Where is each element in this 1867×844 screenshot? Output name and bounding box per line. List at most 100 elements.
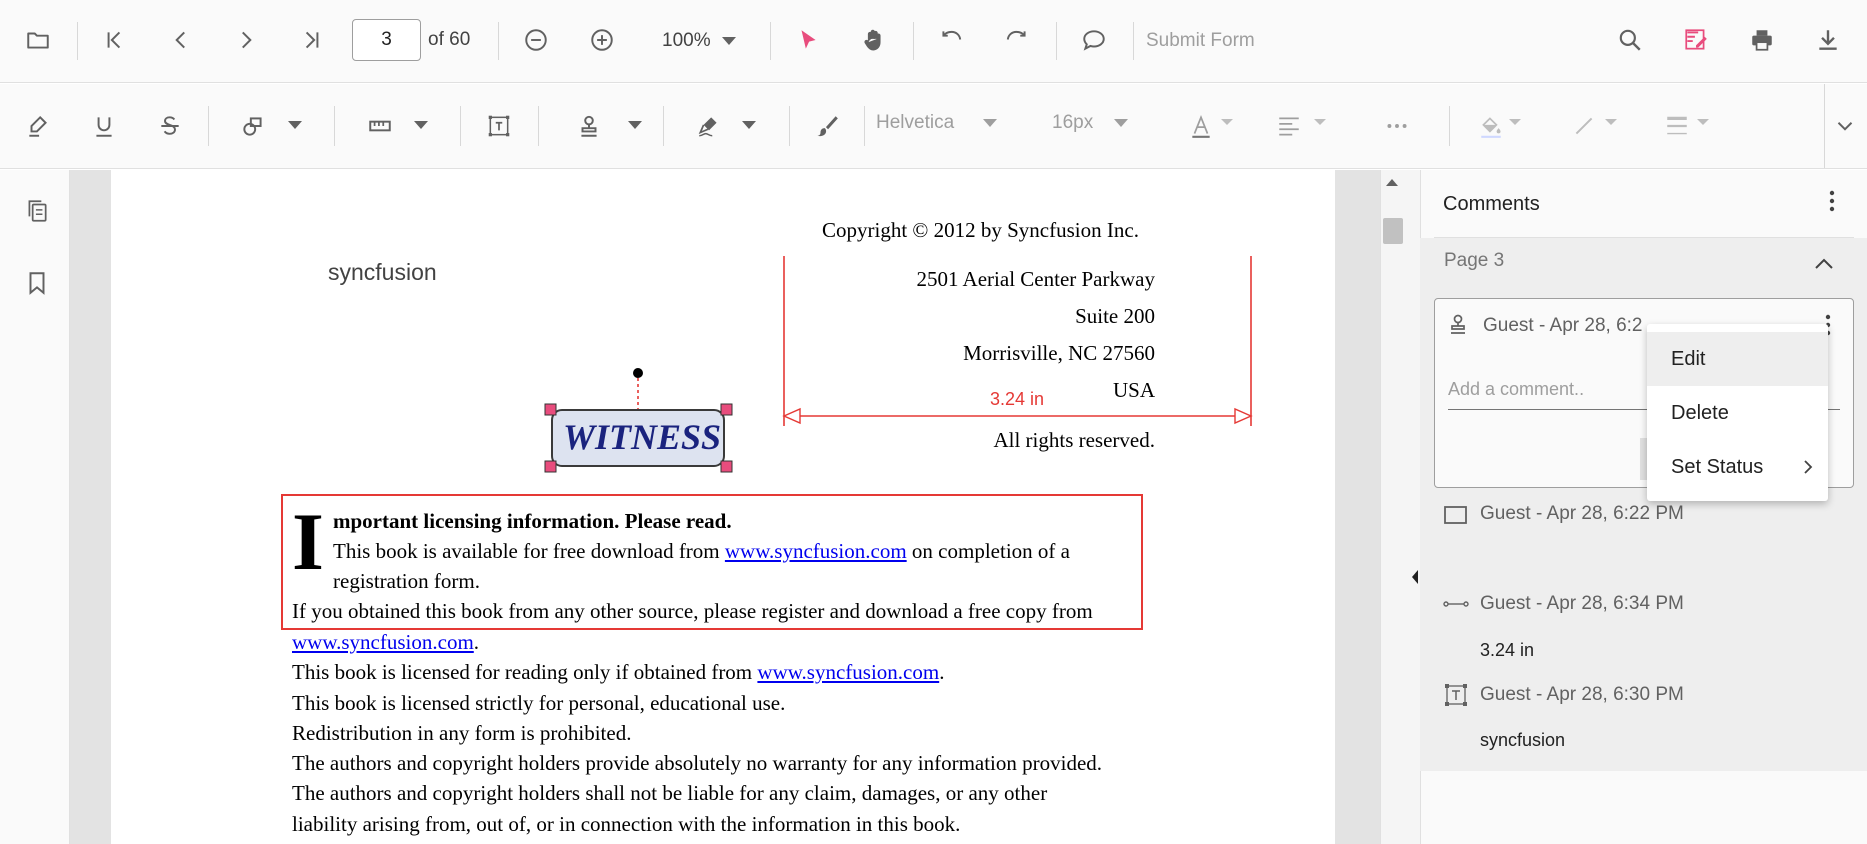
syncfusion-link[interactable]: www.syncfusion.com xyxy=(757,660,939,684)
stamp-icon[interactable] xyxy=(566,103,612,149)
comment-context-menu: Edit Delete Set Status xyxy=(1647,324,1828,501)
line-thickness-icon[interactable] xyxy=(1654,103,1700,149)
free-text-icon[interactable] xyxy=(476,103,522,149)
separator xyxy=(77,22,78,60)
pan-hand-icon[interactable] xyxy=(851,17,897,63)
fill-color-icon[interactable] xyxy=(1468,103,1514,149)
free-text-annotation[interactable]: syncfusion xyxy=(328,259,437,286)
stroke-color-icon[interactable] xyxy=(1561,103,1607,149)
more-options-icon[interactable] xyxy=(1374,103,1420,149)
licensing-heading: mportant licensing information. Please r… xyxy=(333,509,732,533)
measurement-label: 3.24 in xyxy=(990,389,1045,409)
comment-author: Guest - Apr 28, 6:30 PM xyxy=(1480,684,1684,705)
chevron-down-icon xyxy=(983,119,997,127)
comment-icon[interactable] xyxy=(1071,17,1117,63)
font-size-dropdown[interactable]: 16px xyxy=(1052,112,1093,134)
rectangle-icon xyxy=(1444,506,1467,524)
submit-form-button[interactable]: Submit Form xyxy=(1146,30,1255,52)
scroll-up-icon[interactable] xyxy=(1384,176,1400,188)
chevron-down-icon xyxy=(1314,119,1326,125)
signature-icon[interactable] xyxy=(686,103,732,149)
annotation-edit-icon[interactable] xyxy=(1673,17,1719,63)
shapes-icon[interactable] xyxy=(230,103,276,149)
paragraph-text: liability arising from, out of, or in co… xyxy=(292,812,961,836)
stamp-icon xyxy=(1451,314,1465,334)
page-number-input[interactable] xyxy=(352,19,421,61)
next-page-icon[interactable] xyxy=(223,17,269,63)
bookmark-icon[interactable] xyxy=(14,260,60,306)
font-family-dropdown[interactable]: Helvetica xyxy=(876,112,954,134)
text-align-icon[interactable] xyxy=(1266,103,1312,149)
page-thumbnails-icon[interactable] xyxy=(14,188,60,234)
free-text-icon xyxy=(1445,684,1467,706)
paragraph-text: The authors and copyright holders provid… xyxy=(292,751,1103,775)
left-navigation-pane xyxy=(0,170,70,844)
address-line: USA xyxy=(1112,378,1155,402)
syncfusion-link[interactable]: www.syncfusion.com xyxy=(292,630,474,654)
separator xyxy=(913,22,914,60)
highlight-icon[interactable] xyxy=(15,103,61,149)
separator xyxy=(864,106,865,146)
chevron-down-icon[interactable] xyxy=(1822,103,1867,149)
rights-text: All rights reserved. xyxy=(993,428,1155,452)
underline-icon[interactable] xyxy=(81,103,127,149)
chevron-down-icon xyxy=(742,121,756,129)
separator xyxy=(770,22,771,60)
address-line: Suite 200 xyxy=(1075,304,1155,328)
distance-icon xyxy=(1443,601,1469,607)
paragraph-text: www.syncfusion.com. xyxy=(292,630,480,654)
separator xyxy=(460,106,461,146)
chevron-up-icon[interactable] xyxy=(1812,254,1836,272)
separator xyxy=(1449,106,1450,146)
first-page-icon[interactable] xyxy=(91,17,137,63)
zoom-in-icon[interactable] xyxy=(579,17,625,63)
comment-author: Guest - Apr 28, 6:2 xyxy=(1483,315,1643,336)
chevron-down-icon xyxy=(1114,119,1128,127)
chevron-down-icon xyxy=(1697,119,1709,125)
separator xyxy=(1133,22,1134,60)
paragraph-text: registration form. xyxy=(333,569,480,593)
strikethrough-icon[interactable] xyxy=(147,103,193,149)
chevron-right-icon xyxy=(1804,460,1813,474)
copyright-text: Copyright © 2012 by Syncfusion Inc. xyxy=(822,218,1139,242)
add-comment-input[interactable]: Add a comment.. xyxy=(1448,379,1584,400)
redo-icon[interactable] xyxy=(994,17,1040,63)
address-line: Morrisville, NC 27560 xyxy=(963,341,1155,365)
measure-icon[interactable] xyxy=(357,103,403,149)
chevron-down-icon xyxy=(288,121,302,129)
comment-text: 3.24 in xyxy=(1480,640,1535,660)
separator xyxy=(789,106,790,146)
undo-icon[interactable] xyxy=(928,17,974,63)
paragraph-text: This book is licensed strictly for perso… xyxy=(292,691,786,715)
print-icon[interactable] xyxy=(1739,17,1785,63)
paragraph-text: Redistribution in any form is prohibited… xyxy=(292,721,632,745)
paragraph-text: This book is licensed for reading only i… xyxy=(292,660,945,684)
vertical-scrollbar[interactable] xyxy=(1380,170,1420,844)
address-line: 2501 Aerial Center Parkway xyxy=(916,267,1155,291)
zoom-dropdown[interactable]: 100% xyxy=(662,30,711,52)
scrollbar-thumb[interactable] xyxy=(1383,218,1403,244)
separator xyxy=(538,106,539,146)
zoom-out-icon[interactable] xyxy=(513,17,559,63)
chevron-down-icon xyxy=(1221,119,1233,125)
download-icon[interactable] xyxy=(1805,17,1851,63)
open-file-icon[interactable] xyxy=(15,17,61,63)
collapse-panel-icon[interactable] xyxy=(1410,568,1420,586)
edit-menu-item[interactable]: Edit xyxy=(1647,332,1828,386)
chevron-down-icon xyxy=(1509,119,1521,125)
chevron-down-icon xyxy=(722,37,736,45)
page-count: of 60 xyxy=(428,29,471,50)
more-vertical-icon[interactable] xyxy=(1820,188,1844,216)
paragraph-text: This book is available for free download… xyxy=(333,539,1070,563)
stamp-label: WITNESS xyxy=(563,417,722,457)
search-icon[interactable] xyxy=(1607,17,1653,63)
delete-menu-item[interactable]: Delete xyxy=(1647,386,1828,440)
chevron-down-icon xyxy=(628,121,642,129)
last-page-icon[interactable] xyxy=(289,17,335,63)
comments-title: Comments xyxy=(1443,193,1540,215)
previous-page-icon[interactable] xyxy=(158,17,204,63)
syncfusion-link[interactable]: www.syncfusion.com xyxy=(725,539,907,563)
font-color-icon[interactable] xyxy=(1178,103,1224,149)
ink-brush-icon[interactable] xyxy=(804,103,850,149)
select-cursor-icon[interactable] xyxy=(785,17,831,63)
